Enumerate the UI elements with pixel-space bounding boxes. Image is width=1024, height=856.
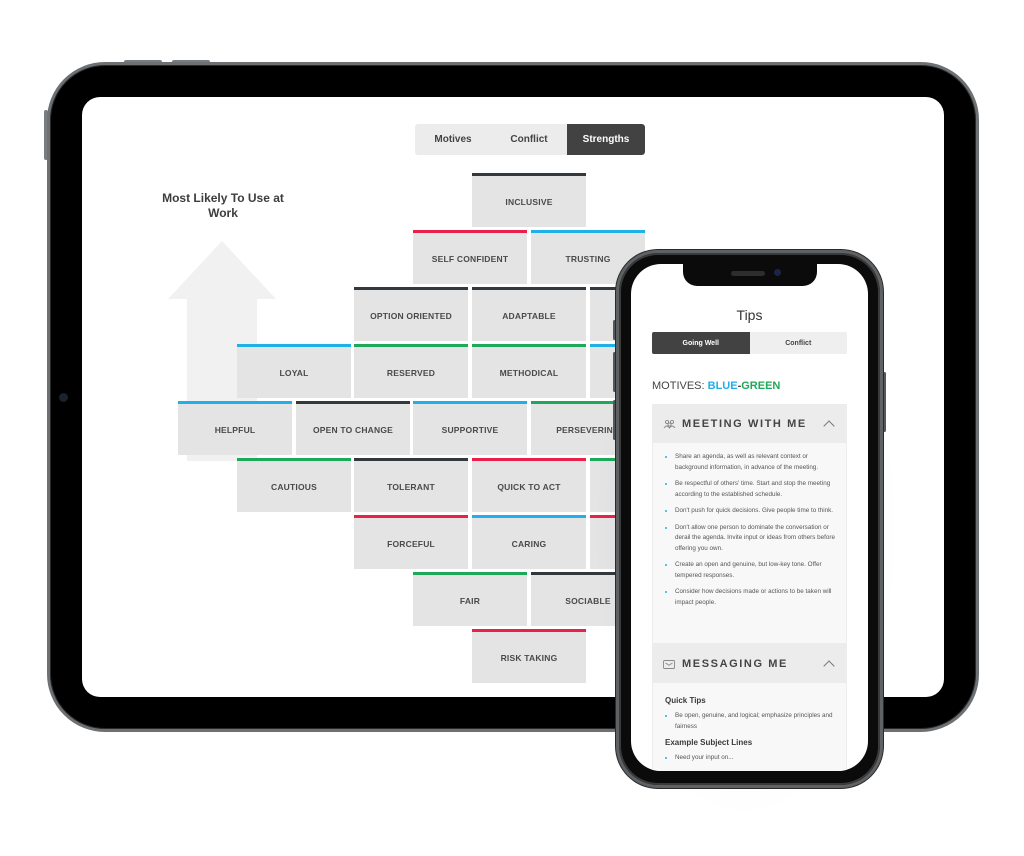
tips-tabs: Going Well Conflict [652, 332, 847, 354]
subject-lines-list: Need your input on... [665, 753, 836, 764]
strength-tile[interactable]: OPTION ORIENTED [354, 287, 468, 341]
list-item: Be open, genuine, and logical; emphasize… [665, 711, 836, 732]
phone-notch [683, 264, 817, 286]
list-item: Don't push for quick decisions. Give peo… [665, 506, 836, 517]
front-camera [774, 269, 781, 276]
motive-blue: BLUE [707, 380, 738, 392]
envelope-icon [662, 658, 676, 670]
motives-label: MOTIVES: BLUE-GREEN [652, 380, 780, 392]
tab-conflict[interactable]: Conflict [750, 332, 848, 354]
chevron-up-icon[interactable] [823, 420, 835, 432]
meeting-tips-list: Share an agenda, as well as relevant con… [665, 452, 836, 608]
motive-green: GREEN [741, 380, 781, 392]
strength-tile[interactable]: SELF CONFIDENT [413, 230, 527, 284]
strength-tile[interactable]: FAIR [413, 572, 527, 626]
strength-tile[interactable]: INCLUSIVE [472, 173, 586, 227]
strength-tile[interactable]: TOLERANT [354, 458, 468, 512]
quick-tips-heading: Quick Tips [665, 696, 706, 705]
section-title: MESSAGING ME [682, 658, 788, 670]
meeting-with-me-section: MEETING WITH ME Share an agenda, as well… [652, 404, 847, 644]
strength-tile[interactable]: SUPPORTIVE [413, 401, 527, 455]
strength-tile[interactable]: OPEN TO CHANGE [296, 401, 410, 455]
strength-tile[interactable]: LOYAL [237, 344, 351, 398]
subject-lines-heading: Example Subject Lines [665, 738, 753, 747]
strength-tile[interactable]: FORCEFUL [354, 515, 468, 569]
meeting-with-me-header[interactable]: MEETING WITH ME [653, 405, 846, 443]
strength-tile[interactable]: METHODICAL [472, 344, 586, 398]
quick-tips-list: Be open, genuine, and logical; emphasize… [665, 711, 836, 732]
messaging-me-section: MESSAGING ME Quick Tips Be open, genuine… [652, 644, 847, 771]
list-item: Need your input on... [665, 753, 836, 764]
list-item: Don't allow one person to dominate the c… [665, 523, 836, 555]
strength-tile[interactable]: HELPFUL [178, 401, 292, 455]
strength-tile[interactable]: RESERVED [354, 344, 468, 398]
phone-power-button [883, 372, 886, 432]
strength-tile[interactable]: ADAPTABLE [472, 287, 586, 341]
section-title: MEETING WITH ME [682, 418, 807, 430]
tips-title: Tips [736, 307, 763, 323]
tablet-camera [59, 393, 68, 402]
motives-prefix: MOTIVES: [652, 380, 708, 392]
list-item: Create an open and genuine, but low-key … [665, 560, 836, 581]
list-item: Be respectful of others' time. Start and… [665, 479, 836, 500]
group-icon [662, 418, 676, 430]
list-item: Share an agenda, as well as relevant con… [665, 452, 836, 473]
list-item: Consider how decisions made or actions t… [665, 587, 836, 608]
strength-tile[interactable]: CAUTIOUS [237, 458, 351, 512]
strength-tile[interactable]: RISK TAKING [472, 629, 586, 683]
messaging-me-header[interactable]: MESSAGING ME [653, 645, 846, 683]
strength-tile[interactable]: CARING [472, 515, 586, 569]
phone-screen: Tips Going Well Conflict MOTIVES: BLUE-G… [631, 264, 868, 771]
tab-going-well[interactable]: Going Well [652, 332, 750, 354]
strength-tile[interactable]: QUICK TO ACT [472, 458, 586, 512]
chevron-up-icon[interactable] [823, 660, 835, 672]
speaker-grille [731, 271, 765, 276]
